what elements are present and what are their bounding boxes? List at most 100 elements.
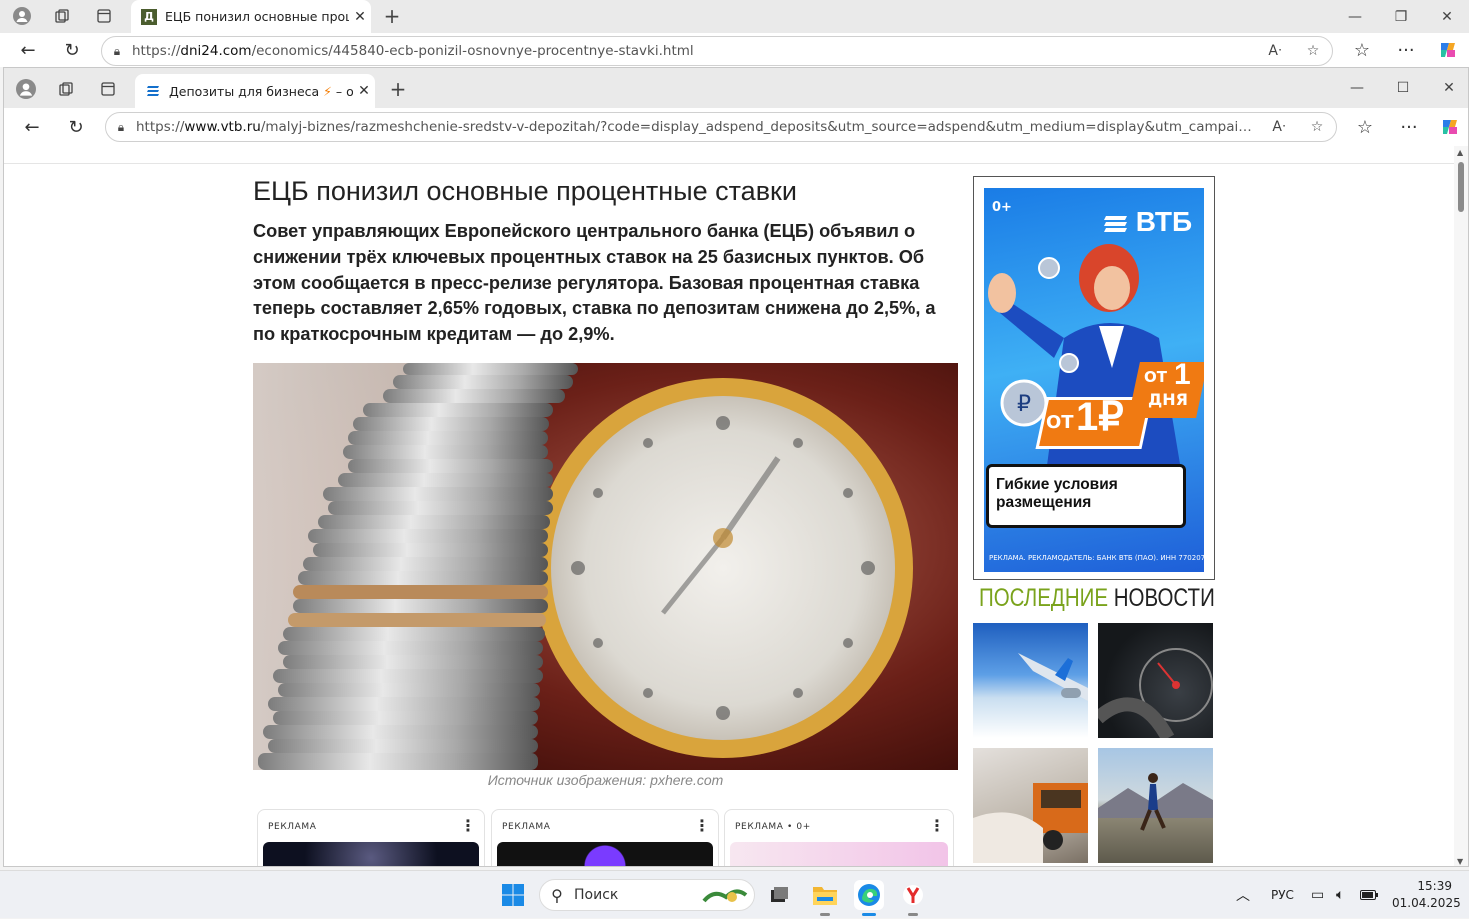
refresh-icon[interactable]: ↻ [57,35,87,65]
tab-actions-icon[interactable] [96,77,120,101]
windows-taskbar: ⚲ Поиск ︿ РУС ▭ 🔈︎ 15:39 01.04.2025 [0,870,1469,918]
tab-actions-icon[interactable] [92,4,116,28]
period-from: ОТ [1144,368,1167,386]
vtb-ad-banner[interactable]: 0+ ВТБ ₽ ОТ 1₽ ОТ 1 ДНЯ Гибкие условия р… [973,176,1215,580]
scroll-down-icon[interactable]: ▼ [1457,857,1463,866]
outer-tab-bar: Д ЕЦБ понизил основные процент ✕ + — ❐ ✕ [0,0,1469,33]
ad-label: РЕКЛАМА [502,822,551,832]
new-tab-icon[interactable]: + [380,4,404,28]
show-hidden-icons[interactable]: ︿ [1236,871,1250,919]
ad-label: РЕКЛАМА • 0+ [735,822,811,832]
back-icon[interactable]: ← [13,35,43,65]
read-aloud-icon[interactable]: Aᐧ [1256,43,1294,59]
new-tab-icon[interactable]: + [386,77,410,101]
vtb-favicon-icon [145,83,161,99]
profile-icon[interactable] [10,4,34,28]
copilot-icon[interactable] [1433,35,1463,65]
vtb-ad-banner-image[interactable]: 0+ ВТБ ₽ ОТ 1₽ ОТ 1 ДНЯ Гибкие условия р… [984,188,1204,572]
task-view-icon[interactable] [764,880,794,910]
close-window-icon[interactable]: ✕ [1424,0,1469,33]
edge-icon[interactable] [854,880,884,910]
battery-icon[interactable] [1360,871,1378,919]
scrollbar-thumb[interactable] [1458,162,1464,212]
ad-menu-icon[interactable]: ⋮ [460,816,476,835]
banner-disclaimer: РЕКЛАМА. РЕКЛАМОДАТЕЛЬ: БАНК ВТБ (ПАО). … [989,554,1204,562]
ad-image[interactable] [497,842,713,866]
ad-label: РЕКЛАМА [268,822,317,832]
news-thumb-plane[interactable] [973,623,1088,738]
inner-tab-bar: Депозиты для бизнеса ⚡︎ – откр ✕ + — ☐ ✕ [4,68,1468,108]
edge-active-indicator [862,913,876,916]
dni24-favicon-icon: Д [141,8,157,25]
close-tab-icon[interactable]: ✕ [353,83,375,99]
amount-value: 1₽ [1076,395,1124,439]
news-thumb-dashboard[interactable] [1098,623,1213,738]
article: ЕЦБ понизил основные процентные ставки С… [253,176,958,348]
refresh-icon[interactable]: ↻ [61,112,91,142]
tab-vtb-deposits[interactable]: Депозиты для бизнеса ⚡︎ – откр ✕ [135,74,375,108]
favorite-star-icon[interactable]: ☆ [1298,119,1336,135]
page-content: ЕЦБ понизил основные процентные ставки С… [4,164,1454,866]
period-number: 1 [1174,358,1191,391]
clock-date: 01.04.2025 [1392,896,1461,910]
network-icon[interactable]: ▭ [1311,871,1324,919]
tab-title: ЕЦБ понизил основные процент [165,9,349,24]
language-indicator[interactable]: РУС [1271,871,1294,919]
banner-tagline: Гибкие условия размещения [996,476,1118,511]
search-highlight-icon [702,889,748,903]
ad-card-2[interactable]: РЕКЛАМА ⋮ [491,809,719,866]
ad-image[interactable] [263,842,479,866]
minimize-icon[interactable]: — [1332,0,1378,33]
ad-menu-icon[interactable]: ⋮ [929,816,945,835]
scrollbar[interactable]: ▲ ▼ [1454,146,1468,866]
favorites-icon[interactable]: ☆ [1350,112,1380,142]
close-window-icon[interactable]: ✕ [1426,71,1468,104]
news-thumb-truck[interactable] [973,748,1088,863]
lock-icon[interactable]: 🔒︎ [102,44,132,59]
svg-text:₽: ₽ [1017,392,1031,417]
copilot-icon[interactable] [1435,112,1465,142]
scroll-up-icon[interactable]: ▲ [1457,148,1463,157]
restore-icon[interactable]: ❐ [1378,0,1424,33]
clock[interactable]: 15:39 01.04.2025 [1392,878,1461,912]
more-menu-icon[interactable]: ··· [1391,35,1421,65]
ad-menu-icon[interactable]: ⋮ [694,816,710,835]
news-thumb-runner[interactable] [1098,748,1213,863]
age-rating: 0+ [992,200,1012,215]
back-icon[interactable]: ← [17,112,47,142]
file-explorer-icon[interactable] [810,880,840,910]
vtb-logo: ВТБ [1102,206,1192,238]
search-icon: ⚲ [551,885,563,905]
ad-card-1[interactable]: РЕКЛАМА ⋮ [257,809,485,866]
explorer-running-indicator [820,913,830,916]
profile-icon[interactable] [14,77,38,101]
clock-time: 15:39 [1417,879,1452,893]
close-tab-icon[interactable]: ✕ [349,9,371,25]
article-title: ЕЦБ понизил основные процентные ставки [253,176,797,206]
taskbar-search[interactable]: ⚲ Поиск [539,879,755,911]
ad-card-3[interactable]: РЕКЛАМА • 0+ ⋮ [724,809,954,866]
image-caption: Источник изображения: pxhere.com [487,772,724,788]
favorite-star-icon[interactable]: ☆ [1294,43,1332,59]
inner-toolbar: ← ↻ 🔒︎ https://www.vtb.ru/malyj-biznes/r… [4,108,1468,146]
volume-icon[interactable]: 🔈︎ [1336,871,1344,919]
start-icon[interactable] [498,880,528,910]
bolt-icon: ⚡︎ [323,83,332,99]
inner-address-bar[interactable]: 🔒︎ https://www.vtb.ru/malyj-biznes/razme… [105,112,1337,142]
latest-news-heading: ПОСЛЕДНИЕ НОВОСТИ [979,584,1215,612]
maximize-icon[interactable]: ☐ [1380,71,1426,104]
yandex-browser-icon[interactable] [898,880,928,910]
read-aloud-icon[interactable]: Aᐧ [1260,119,1298,135]
favorites-icon[interactable]: ☆ [1347,35,1377,65]
page-top-edge [4,146,1468,164]
minimize-icon[interactable]: — [1334,71,1380,104]
workspaces-icon[interactable] [50,4,74,28]
search-placeholder: Поиск [574,887,619,903]
workspaces-icon[interactable] [54,77,78,101]
lock-icon[interactable]: 🔒︎ [106,120,136,135]
more-menu-icon[interactable]: ··· [1394,112,1424,142]
outer-address-bar[interactable]: 🔒︎ https://dni24.com/economics/445840-ec… [101,36,1333,66]
ad-image[interactable] [730,842,948,866]
yandex-running-indicator [908,913,918,916]
tab-dni24[interactable]: Д ЕЦБ понизил основные процент ✕ [131,0,371,33]
